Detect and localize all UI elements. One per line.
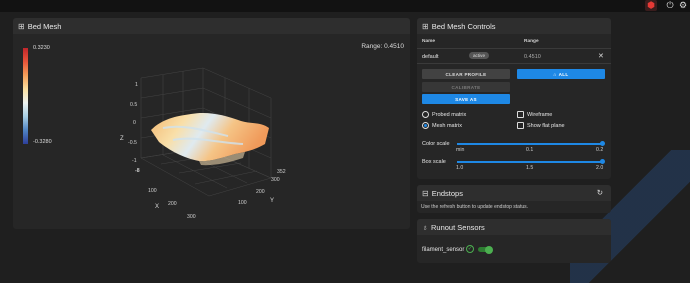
divider bbox=[417, 63, 611, 64]
y-axis-label: Y bbox=[270, 198, 275, 204]
endstops-icon: ⊟ bbox=[422, 188, 429, 198]
active-badge: active bbox=[469, 52, 490, 59]
x-tick: -8 bbox=[135, 168, 140, 174]
probed-matrix-label: Probed matrix bbox=[432, 112, 467, 118]
color-scale-label: Color scale bbox=[422, 141, 450, 147]
z-tick: 1 bbox=[135, 82, 138, 88]
color-scale-knob[interactable] bbox=[600, 141, 605, 146]
grid-icon: ⊞ bbox=[422, 21, 429, 31]
y-tick: 352 bbox=[277, 169, 286, 175]
profile-row[interactable]: default active 0.4510 ✕ bbox=[417, 49, 611, 63]
color-scale-tick: 0.1 bbox=[526, 147, 534, 153]
home-all-button[interactable]: ⌂ ALL bbox=[517, 69, 605, 79]
mesh-surface bbox=[151, 112, 269, 162]
refresh-icon[interactable]: ↻ bbox=[597, 188, 603, 197]
endstops-header: ⊟ Endstops ↻ bbox=[417, 185, 611, 201]
runout-title: Runout Sensors bbox=[431, 222, 485, 232]
bed-mesh-card: ⊞ Bed Mesh Range: 0.4510 0.3230 -0.3280 bbox=[13, 18, 410, 229]
mesh-3d-plot[interactable] bbox=[13, 18, 410, 229]
power-icon[interactable]: ⏻ bbox=[664, 0, 676, 11]
flat-plane-label: Show flat plane bbox=[527, 123, 565, 129]
x-tick: 300 bbox=[187, 214, 196, 220]
runout-sensors-card: ♁ Runout Sensors filament_sensor ✓ bbox=[417, 219, 611, 263]
color-scale-track bbox=[457, 143, 603, 145]
z-tick: 0.5 bbox=[130, 102, 138, 108]
settings-icon[interactable]: ⚙ bbox=[677, 0, 689, 11]
endstops-message: Use the refresh button to update endstop… bbox=[421, 204, 529, 210]
sensor-name: filament_sensor bbox=[422, 247, 465, 253]
sensor-enable-toggle[interactable] bbox=[478, 245, 493, 254]
color-scale-tick: min bbox=[456, 147, 465, 153]
color-scale-tick: 0.2 bbox=[596, 147, 604, 153]
x-axis-label: X bbox=[155, 204, 160, 210]
box-scale-tick: 2.0 bbox=[596, 165, 604, 171]
alert-icon[interactable]: ⬢ bbox=[645, 0, 657, 11]
box-scale-label: Box scale bbox=[422, 159, 446, 165]
box-scale-track bbox=[457, 161, 603, 163]
mesh-matrix-radio[interactable] bbox=[422, 122, 429, 129]
y-tick: 200 bbox=[256, 189, 265, 195]
remove-profile-icon[interactable]: ✕ bbox=[598, 52, 604, 60]
x-tick: 200 bbox=[168, 201, 177, 207]
z-tick: 0 bbox=[133, 120, 136, 126]
endstops-card: ⊟ Endstops ↻ Use the refresh button to u… bbox=[417, 185, 611, 213]
x-tick: 100 bbox=[148, 188, 157, 194]
calibrate-button[interactable]: CALIBRATE bbox=[422, 82, 510, 92]
top-bar: ⬢ ⏻ ⚙ bbox=[0, 0, 690, 12]
box-scale-tick: 1.0 bbox=[456, 165, 464, 171]
box-scale-knob[interactable] bbox=[600, 159, 605, 164]
z-tick: -0.5 bbox=[128, 140, 137, 146]
probed-matrix-radio[interactable] bbox=[422, 111, 429, 118]
home-all-label: ALL bbox=[558, 71, 569, 77]
endstops-title: Endstops bbox=[431, 188, 463, 198]
y-tick: 300 bbox=[271, 177, 280, 183]
box-scale-tick: 1.5 bbox=[526, 165, 534, 171]
profile-range: 0.4510 bbox=[524, 54, 541, 60]
wireframe-label: Wireframe bbox=[527, 112, 553, 118]
y-tick: 100 bbox=[238, 200, 247, 206]
z-axis-label: Z bbox=[120, 136, 124, 142]
wireframe-checkbox[interactable] bbox=[517, 111, 524, 118]
mesh-matrix-label: Mesh matrix bbox=[432, 123, 462, 129]
flat-plane-checkbox[interactable] bbox=[517, 122, 524, 129]
col-name-header: Name bbox=[422, 39, 436, 44]
controls-header: ⊞ Bed Mesh Controls bbox=[417, 18, 611, 34]
profile-name: default bbox=[422, 54, 439, 60]
runout-icon: ♁ bbox=[422, 222, 428, 232]
toggle-knob bbox=[485, 245, 493, 254]
sensor-ok-icon: ✓ bbox=[466, 245, 474, 253]
clear-profile-button[interactable]: CLEAR PROFILE bbox=[422, 69, 510, 79]
col-range-header: Range bbox=[524, 39, 539, 44]
home-icon: ⌂ bbox=[553, 71, 557, 77]
runout-header: ♁ Runout Sensors bbox=[417, 219, 611, 235]
z-tick: -1 bbox=[132, 158, 137, 164]
controls-title: Bed Mesh Controls bbox=[431, 21, 496, 31]
bed-mesh-controls-card: ⊞ Bed Mesh Controls Name Range default a… bbox=[417, 18, 611, 179]
save-as-button[interactable]: SAVE AS bbox=[422, 94, 510, 104]
